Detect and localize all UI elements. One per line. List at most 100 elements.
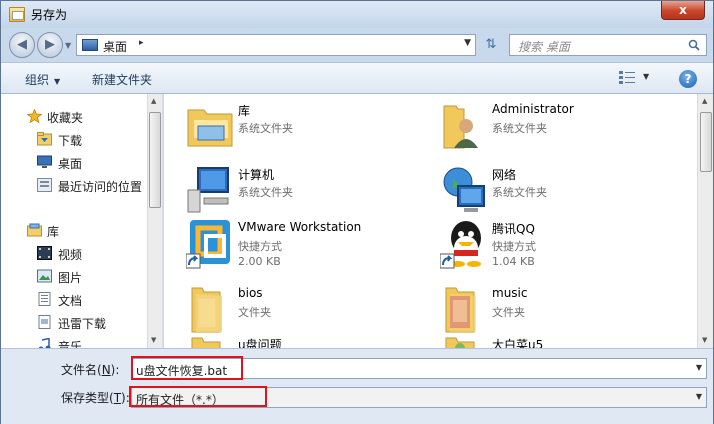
scroll-down-arrow[interactable]: ▼ <box>151 336 156 344</box>
new-folder-button[interactable]: 新建文件夹 <box>92 71 152 88</box>
filetype-label: 保存类型(T): <box>61 389 130 406</box>
nav-label: 音乐 <box>58 340 83 348</box>
nav-label: 最近访问的位置 <box>58 180 143 194</box>
file-type: 系统文件夹 <box>492 186 547 199</box>
refresh-button[interactable]: ⇅ <box>479 34 503 56</box>
nav-label: 迅雷下载 <box>58 317 107 331</box>
file-type: 文件夹 <box>492 306 525 319</box>
file-name: VMware Workstation <box>238 220 362 234</box>
search-placeholder: 搜索 桌面 <box>518 40 570 54</box>
address-bar[interactable]: 桌面 ▸ ▼ <box>76 34 476 56</box>
filename-accesskey: N <box>101 363 111 377</box>
breadcrumb-separator[interactable]: ▸ <box>139 38 144 48</box>
nav-item-xunlei-downloads[interactable]: 迅雷下载 <box>1 312 149 334</box>
file-type: 快捷方式 <box>492 240 536 253</box>
file-type: 系统文件夹 <box>492 122 547 135</box>
file-name: 大白菜u5 <box>492 338 544 348</box>
library-folder-icon <box>187 109 233 147</box>
file-type: 快捷方式 <box>238 240 282 253</box>
nav-item-music[interactable]: 音乐 <box>1 335 149 348</box>
file-type: 系统文件夹 <box>238 186 293 199</box>
desktop-icon <box>37 155 52 168</box>
nav-item-favorites[interactable]: 收藏夹 <box>1 106 149 128</box>
nav-label: 下载 <box>58 134 83 148</box>
back-button[interactable]: ◀ <box>9 32 35 58</box>
file-name: 计算机 <box>238 168 275 182</box>
folder-icon <box>191 337 221 348</box>
nav-label: 视频 <box>58 248 83 262</box>
nav-item-documents[interactable]: 文档 <box>1 289 149 311</box>
close-button[interactable]: x <box>661 1 705 20</box>
recent-places-icon <box>37 178 52 192</box>
scroll-up-arrow[interactable]: ▲ <box>151 97 156 105</box>
file-name: u盘问题 <box>238 338 282 348</box>
chevron-down-icon: ▼ <box>54 77 61 86</box>
nav-scrollbar[interactable]: ▲ ▼ <box>147 94 162 348</box>
content-scroll-thumb[interactable] <box>700 112 712 172</box>
forward-button[interactable]: ▶ <box>37 32 63 58</box>
folder-icon <box>191 287 222 333</box>
network-icon <box>443 167 485 212</box>
folder-icon <box>445 337 475 348</box>
help-button[interactable]: ? <box>679 70 697 88</box>
music-icon <box>38 338 51 348</box>
save-as-dialog: 另存为 x ◀ ▶ ▼ 桌面 ▸ ▼ ⇅ 搜索 桌面 组织 ▼ 新建文件夹 ▼ … <box>0 0 714 424</box>
file-name: Administrator <box>492 102 574 116</box>
filetype-label-text: 保存类型( <box>61 391 114 405</box>
address-current[interactable]: 桌面 <box>103 38 127 55</box>
file-name: 库 <box>238 104 251 118</box>
library-icon <box>27 223 42 237</box>
file-item-u-disk[interactable]: u盘问题 <box>186 334 436 348</box>
filename-label-text: 文件名( <box>61 363 102 377</box>
nav-item-videos[interactable]: 视频 <box>1 243 149 265</box>
nav-item-downloads[interactable]: 下载 <box>1 129 149 151</box>
file-type: 文件夹 <box>238 306 271 319</box>
qq-shortcut-icon <box>440 221 481 269</box>
content-scrollbar[interactable]: ▲ ▼ <box>697 94 713 348</box>
organize-label: 组织 <box>25 73 50 87</box>
view-dropdown-arrow[interactable]: ▼ <box>643 72 649 81</box>
nav-label: 图片 <box>58 271 83 285</box>
file-item-qq[interactable]: 腾讯QQ 快捷方式 1.04 KB <box>440 218 690 282</box>
computer-icon <box>187 167 229 213</box>
title-bar: 另存为 x <box>1 1 713 28</box>
video-icon <box>37 246 52 260</box>
save-dialog-icon <box>9 7 25 22</box>
nav-item-desktop[interactable]: 桌面 <box>1 152 149 174</box>
picture-icon <box>37 269 52 283</box>
recent-pages-button[interactable]: ▼ <box>65 41 71 50</box>
search-icon[interactable] <box>688 39 700 51</box>
file-name: music <box>492 286 528 300</box>
command-bar: 组织 ▼ 新建文件夹 ▼ ? <box>1 62 713 94</box>
file-item-vmware[interactable]: VMware Workstation 快捷方式 2.00 KB <box>186 218 436 282</box>
chevron-down-icon[interactable]: ▼ <box>464 38 471 48</box>
save-options: 文件名(N): u盘文件恢复.bat ▼ 保存类型(T): 所有文件（*.*） … <box>1 348 713 424</box>
nav-item-recent-places[interactable]: 最近访问的位置 <box>1 175 149 197</box>
nav-item-libraries[interactable]: 库 <box>1 220 149 242</box>
organize-menu[interactable]: 组织 ▼ <box>25 71 60 88</box>
view-options-icon[interactable] <box>618 70 636 86</box>
chevron-down-icon[interactable]: ▼ <box>696 363 702 372</box>
file-name: 腾讯QQ <box>492 222 535 236</box>
scroll-up-arrow[interactable]: ▲ <box>702 97 707 105</box>
search-input[interactable]: 搜索 桌面 <box>509 34 707 56</box>
nav-scroll-thumb[interactable] <box>149 112 161 208</box>
file-size: 1.04 KB <box>492 255 535 268</box>
filename-label-suffix: ): <box>110 363 120 377</box>
nav-item-pictures[interactable]: 图片 <box>1 266 149 288</box>
file-size: 2.00 KB <box>238 255 281 268</box>
nav-label: 库 <box>47 225 60 239</box>
file-name: bios <box>238 286 263 300</box>
window-title: 另存为 <box>31 8 68 22</box>
file-list: 库 系统文件夹 Administrator 系统文件夹 计算机 系统文件夹 网络… <box>164 94 713 348</box>
file-item-library[interactable]: 库 系统文件夹 <box>186 100 436 164</box>
file-item-dabaicai[interactable]: 大白菜u5 <box>440 334 690 348</box>
scroll-down-arrow[interactable]: ▼ <box>702 336 707 344</box>
file-type: 系统文件夹 <box>238 122 293 135</box>
desktop-icon <box>82 39 98 51</box>
chevron-down-icon[interactable]: ▼ <box>696 392 702 401</box>
nav-label: 文档 <box>58 294 83 308</box>
file-item-administrator[interactable]: Administrator 系统文件夹 <box>440 100 690 164</box>
star-icon <box>27 109 42 123</box>
nav-label: 收藏夹 <box>47 111 84 125</box>
